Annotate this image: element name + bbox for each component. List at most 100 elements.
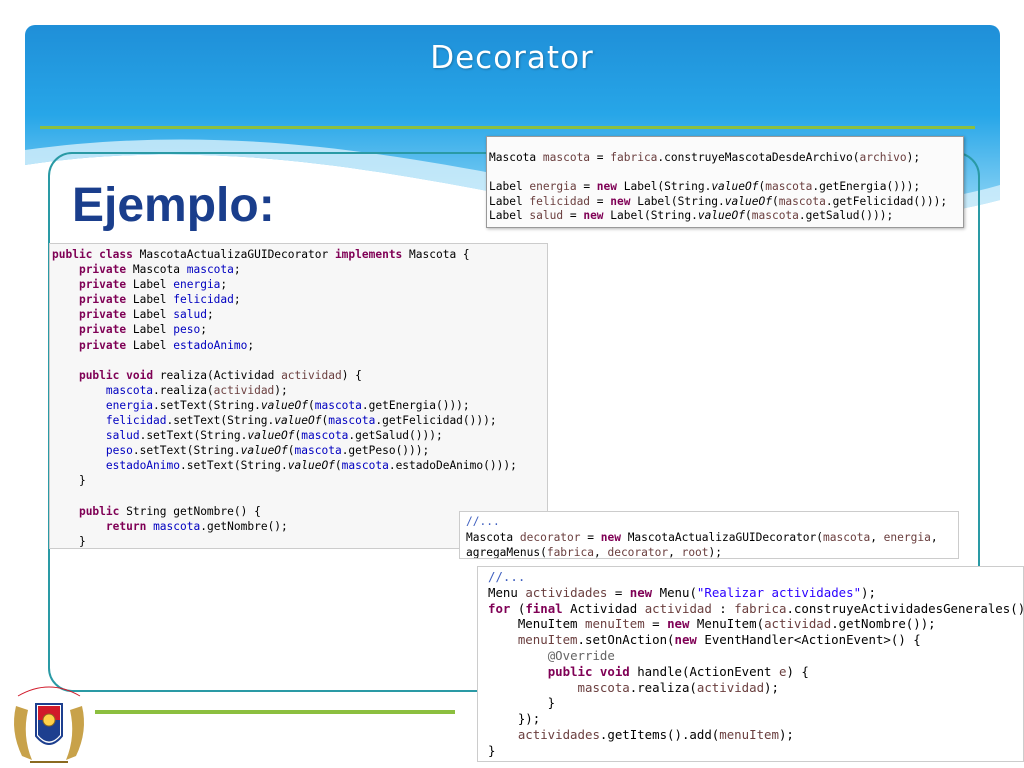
code-token: archivo <box>859 151 907 164</box>
code-token: new <box>667 616 690 632</box>
code-token: //... <box>488 569 526 584</box>
code-token: ; <box>220 278 228 292</box>
code-line: actividades.getItems().add(menuItem); <box>488 727 1023 743</box>
code-token: = <box>563 209 584 223</box>
code-token: salud <box>105 429 140 443</box>
code-line: public void realiza(Actividad actividad)… <box>52 368 547 383</box>
code-token: ); <box>708 546 723 559</box>
code-token: .getItems().add( <box>599 726 720 742</box>
code-token: felicidad <box>529 194 591 208</box>
code-token: new <box>596 180 618 194</box>
code-token: ( <box>287 444 295 458</box>
code-token: root <box>681 546 709 559</box>
code-token: mascota <box>577 679 630 695</box>
code-token: peso <box>173 323 201 337</box>
code-token: EventHandler<ActionEvent>() { <box>696 632 921 648</box>
code-line: private Label peso; <box>52 322 547 337</box>
code-line: //... <box>488 569 1023 585</box>
code-token: Label <box>126 338 174 352</box>
code-token: .getSalud())); <box>798 209 894 223</box>
code-token: MascotaActualizaGUIDecorator( <box>620 530 824 544</box>
code-token: private <box>78 293 127 307</box>
engineering-crest-logo <box>14 686 84 763</box>
code-token: .setText(String. <box>132 444 241 458</box>
code-token: Label <box>489 209 530 223</box>
code-line: agregaMenus(fabrica, decorator, root); <box>466 545 958 559</box>
code-line: menuItem.setOnAction(new EventHandler<Ac… <box>488 632 1023 648</box>
code-token: valueOf <box>287 459 335 473</box>
code-token: menuItem <box>517 632 578 648</box>
code-line: @Override <box>488 648 1023 664</box>
code-token: Menu( <box>652 584 697 600</box>
code-token: .setText(String. <box>179 459 288 473</box>
code-line: Label energia = new Label(String.valueOf… <box>489 180 963 195</box>
code-token: .getEnergia())); <box>361 398 470 412</box>
code-line: public class MascotaActualizaGUIDecorato… <box>52 247 547 262</box>
code-line: } <box>488 743 1023 759</box>
code-token: = <box>607 584 630 600</box>
code-token: void <box>599 663 630 679</box>
code-token: decorator <box>607 546 669 559</box>
code-token: menuItem <box>584 616 645 632</box>
code-token: } <box>52 534 86 548</box>
code-token: actividad <box>213 383 275 397</box>
code-token: ( <box>771 194 779 208</box>
code-line: Mascota mascota = fabrica.construyeMasco… <box>489 151 963 166</box>
code-token: = <box>580 530 601 544</box>
code-token: valueOf <box>274 414 322 428</box>
code-token: .setText(String. <box>166 414 275 428</box>
code-line: private Label energia; <box>52 277 547 292</box>
code-token: MenuItem <box>488 616 585 632</box>
code-token: mascota <box>328 414 376 428</box>
code-token: private <box>78 263 127 277</box>
code-line: for (final Actividad actividad : fabrica… <box>488 601 1023 617</box>
code-token: ) { <box>341 368 362 382</box>
code-token: salud <box>173 308 207 322</box>
code-token: new <box>600 530 621 544</box>
code-token: MenuItem( <box>689 616 765 632</box>
code-token: .construyeActividadesGenerales()) <box>786 600 1024 616</box>
code-token: actividad <box>764 616 832 632</box>
code-line: mascota.realiza(actividad); <box>488 680 1023 696</box>
code-token: Label <box>126 293 174 307</box>
code-token: private <box>78 278 127 292</box>
code-token: felicidad <box>105 414 167 428</box>
code-line: salud.setText(String.valueOf(mascota.get… <box>52 428 547 443</box>
code-token: void <box>126 368 154 382</box>
code-token: ); <box>861 584 876 600</box>
code-token: class <box>99 248 133 261</box>
code-token: Label(String. <box>630 194 725 208</box>
code-token: felicidad <box>173 293 234 307</box>
code-line: } <box>52 473 547 488</box>
code-token: ; <box>233 263 241 277</box>
code-token: } <box>488 695 556 711</box>
code-token: implements <box>334 248 403 261</box>
code-token: Mascota <box>466 530 520 544</box>
code-token: = <box>590 151 611 164</box>
slide-subtitle: Ejemplo: <box>72 179 275 232</box>
code-token: Mascota <box>489 151 543 164</box>
code-line: //... <box>466 514 958 530</box>
code-token: ; <box>200 323 207 337</box>
code-token: ); <box>764 679 779 695</box>
code-token: = <box>644 616 668 632</box>
code-snippet-labels: Mascota mascota = fabrica.construyeMasco… <box>486 136 964 228</box>
code-token: , <box>870 530 884 544</box>
code-line: Label salud = new Label(String.valueOf(m… <box>489 209 963 224</box>
code-token: .realiza( <box>629 679 697 695</box>
code-token: ) { <box>786 663 809 679</box>
